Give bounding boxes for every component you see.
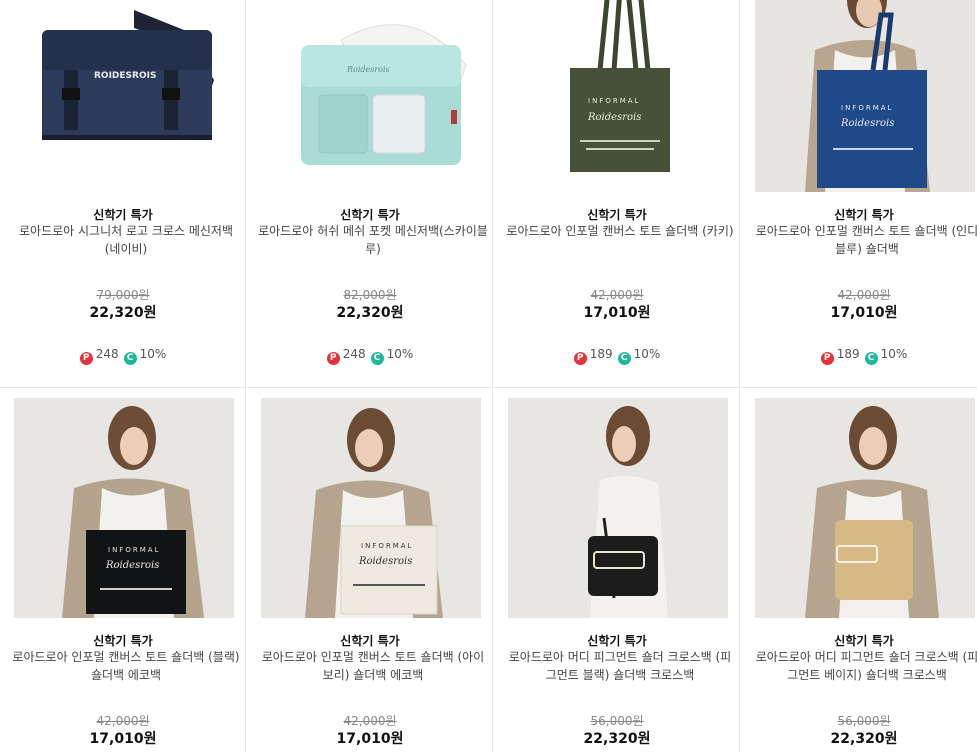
promo-tag: 신학기 특가 [834, 634, 894, 648]
product-image[interactable]: INFORMAL Roidesrois [261, 398, 481, 618]
promo-tag: 신학기 특가 [834, 208, 894, 222]
sale-price: 22,320원 [336, 305, 404, 321]
sale-price: 17,010원 [830, 305, 898, 321]
product-image[interactable]: INFORMAL Roidesrois [14, 398, 234, 618]
product-card[interactable]: INFORMAL Roidesrois 신학기 특가 로아드로아 인포멀 캔버스… [0, 388, 246, 752]
point-icon: P [79, 352, 93, 365]
product-name[interactable]: 로아드로아 인포멀 캔버스 토트 숄더백 (카키) [504, 222, 736, 240]
product-card[interactable]: INFORMAL Roidesrois 신학기 특가 로아드로아 인포멀 캔버스… [247, 388, 493, 752]
original-price: 42,000원 [590, 288, 644, 302]
original-price: 42,000원 [343, 714, 397, 728]
point-icon: P [820, 352, 834, 365]
product-image[interactable]: INFORMAL Roidesrois [508, 0, 728, 192]
original-price: 82,000원 [343, 288, 397, 302]
point-icon: P [326, 352, 340, 365]
svg-text:INFORMAL: INFORMAL [841, 104, 893, 112]
point-value: 189 [836, 347, 860, 361]
product-name[interactable]: 로아드로아 머디 피그먼트 숄더 크로스백 (피그먼트 블랙) 숄더백 크로스백 [504, 648, 736, 684]
point-value: 248 [95, 347, 119, 361]
sale-price: 17,010원 [336, 731, 404, 747]
sale-price: 22,320원 [89, 305, 157, 321]
sale-price: 22,320원 [583, 731, 651, 747]
svg-text:INFORMAL: INFORMAL [108, 546, 160, 554]
product-image[interactable] [508, 398, 728, 618]
original-price: 42,000원 [837, 288, 891, 302]
product-name[interactable]: 로아드로아 머디 피그먼트 숄더 크로스백 (피그먼트 베이지) 숄더백 크로스… [751, 648, 977, 684]
point-value: 189 [589, 347, 613, 361]
svg-text:Roidesrois: Roidesrois [840, 118, 894, 129]
svg-text:Roidesrois: Roidesrois [346, 65, 390, 74]
coupon-icon: C [617, 352, 631, 365]
product-name[interactable]: 로아드로아 허쉬 메쉬 포켓 메신저백(스카이블루) [257, 222, 489, 258]
product-card[interactable]: 신학기 특가 로아드로아 머디 피그먼트 숄더 크로스백 (피그먼트 베이지) … [741, 388, 977, 752]
coupon-value: 10% [633, 347, 661, 361]
svg-text:Roidesrois: Roidesrois [105, 560, 159, 571]
promo-tag: 신학기 특가 [587, 208, 647, 222]
product-card[interactable]: INFORMAL Roidesrois 신학기 특가 로아드로아 인포멀 캔버스… [494, 0, 740, 388]
svg-text:INFORMAL: INFORMAL [361, 542, 413, 550]
original-price: 42,000원 [96, 714, 150, 728]
promo-tag: 신학기 특가 [93, 208, 153, 222]
product-image[interactable]: ROIDESROIS [14, 0, 234, 192]
svg-text:ROIDESROIS: ROIDESROIS [94, 71, 156, 81]
svg-text:Roidesrois: Roidesrois [358, 556, 412, 567]
product-card[interactable]: ROIDESROIS 신학기 특가 로아드로아 시그니처 로고 크로스 메신저백… [0, 0, 246, 388]
sale-price: 17,010원 [583, 305, 651, 321]
product-name[interactable]: 로아드로아 시그니처 로고 크로스 메신저백 (네이비) [10, 222, 242, 258]
point-value: 248 [342, 347, 366, 361]
benefit-badges: P 248 C 10% [247, 347, 493, 365]
benefit-badges: P 189 C 10% [741, 347, 977, 365]
sale-price: 17,010원 [89, 731, 157, 747]
promo-tag: 신학기 특가 [340, 634, 400, 648]
coupon-value: 10% [139, 347, 167, 361]
promo-tag: 신학기 특가 [340, 208, 400, 222]
coupon-icon: C [123, 352, 137, 365]
product-image[interactable]: Roidesrois [261, 0, 481, 192]
benefit-badges: P 248 C 10% [0, 347, 246, 365]
product-name[interactable]: 로아드로아 인포멀 캔버스 토트 숄더백 (아이보리) 숄더백 에코백 [257, 648, 489, 684]
product-image[interactable]: INFORMAL Roidesrois [755, 0, 975, 192]
benefit-badges: P 189 C 10% [494, 347, 740, 365]
coupon-icon: C [864, 352, 878, 365]
promo-tag: 신학기 특가 [93, 634, 153, 648]
coupon-icon: C [370, 352, 384, 365]
svg-text:INFORMAL: INFORMAL [588, 97, 640, 105]
promo-tag: 신학기 특가 [587, 634, 647, 648]
original-price: 56,000원 [837, 714, 891, 728]
coupon-value: 10% [386, 347, 414, 361]
product-card[interactable]: Roidesrois 신학기 특가 로아드로아 허쉬 메쉬 포켓 메신저백(스카… [247, 0, 493, 388]
product-grid: ROIDESROIS 신학기 특가 로아드로아 시그니처 로고 크로스 메신저백… [0, 0, 977, 752]
original-price: 79,000원 [96, 288, 150, 302]
product-image[interactable] [755, 398, 975, 618]
product-card[interactable]: INFORMAL Roidesrois 신학기 특가 로아드로아 인포멀 캔버스… [741, 0, 977, 388]
coupon-value: 10% [880, 347, 908, 361]
original-price: 56,000원 [590, 714, 644, 728]
point-icon: P [573, 352, 587, 365]
product-card[interactable]: 신학기 특가 로아드로아 머디 피그먼트 숄더 크로스백 (피그먼트 블랙) 숄… [494, 388, 740, 752]
sale-price: 22,320원 [830, 731, 898, 747]
product-name[interactable]: 로아드로아 인포멀 캔버스 토트 숄더백 (블랙) 숄더백 에코백 [10, 648, 242, 684]
svg-text:Roidesrois: Roidesrois [587, 112, 641, 123]
product-name[interactable]: 로아드로아 인포멀 캔버스 토트 숄더백 (인디블루) 숄더백 [751, 222, 977, 258]
